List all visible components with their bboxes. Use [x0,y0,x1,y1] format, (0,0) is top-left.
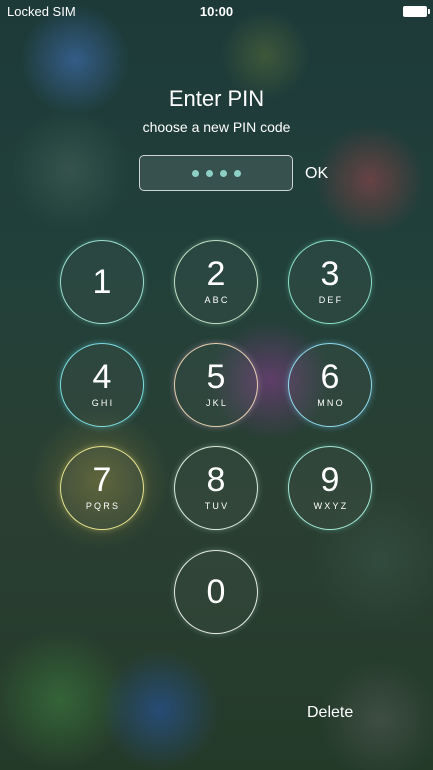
page-title: Enter PIN [168,86,265,111]
keypad-key-0[interactable]: 0 [174,550,258,634]
key-digit: 2 [206,255,226,293]
key-digit: 5 [206,358,226,396]
key-digit: 9 [320,461,340,499]
ok-button[interactable]: OK [305,165,328,183]
key-letters: GHI [91,398,115,408]
battery-full-icon [403,6,430,17]
pin-input[interactable] [139,155,293,191]
key-letters: MNO [317,398,345,408]
delete-button[interactable]: Delete [307,704,353,722]
key-digit: 8 [206,461,226,499]
key-digit: 7 [92,461,112,499]
keypad-key-8[interactable]: 8 TUV [174,446,258,530]
pin-dot [191,169,199,177]
keypad-key-4[interactable]: 4 GHI [60,343,144,427]
pin-dot [219,169,227,177]
keypad-key-2[interactable]: 2 ABC [174,240,258,324]
key-digit: 1 [92,263,112,301]
keypad-key-9[interactable]: 9 WXYZ [288,446,372,530]
keypad-key-7[interactable]: 7 PQRS [60,446,144,530]
keypad-key-6[interactable]: 6 MNO [288,343,372,427]
key-digit: 4 [92,358,112,396]
keypad-key-1[interactable]: 1 [60,240,144,324]
status-time: 10:00 [199,4,234,19]
key-letters: DEF [318,295,344,305]
key-letters: ABC [204,295,230,305]
key-letters: WXYZ [313,501,349,511]
key-digit: 0 [206,573,226,611]
keypad-key-3[interactable]: 3 DEF [288,240,372,324]
key-letters: TUV [204,501,230,511]
key-digit: 3 [320,255,340,293]
key-letters: JKL [205,398,229,408]
pin-dot [205,169,213,177]
keypad-key-5[interactable]: 5 JKL [174,343,258,427]
key-digit: 6 [320,358,340,396]
key-letters: PQRS [85,501,121,511]
page-subtitle: choose a new PIN code [142,119,291,135]
pin-dot [233,169,241,177]
status-bar: Locked SIM 10:00 [0,0,433,22]
